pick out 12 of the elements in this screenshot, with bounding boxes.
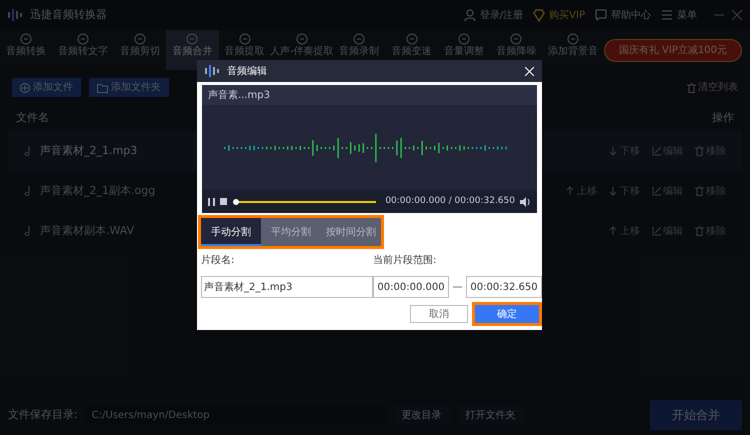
file-name: 声音素材副本.WAV [40, 222, 134, 239]
file-name: 声音素材_2_1.mp3 [40, 142, 138, 159]
player-file-name: 声音素...mp3 [202, 85, 537, 105]
time-readout: 00:00:00.000 / 00:00:32.650 [385, 194, 515, 208]
save-dir-label: 文件保存目录: [8, 406, 78, 423]
dialog-title: 音频编辑 [227, 64, 268, 78]
app-title: 迅捷音频转换器 [30, 6, 107, 23]
column-header: 操作 [712, 110, 734, 126]
range-label: 当前片段范围: [373, 254, 438, 268]
column-header: 文件名 [16, 110, 49, 126]
file-name: 声音素材_2_1副本.ogg [40, 182, 156, 199]
segment-name-label: 片段名: [201, 254, 236, 268]
